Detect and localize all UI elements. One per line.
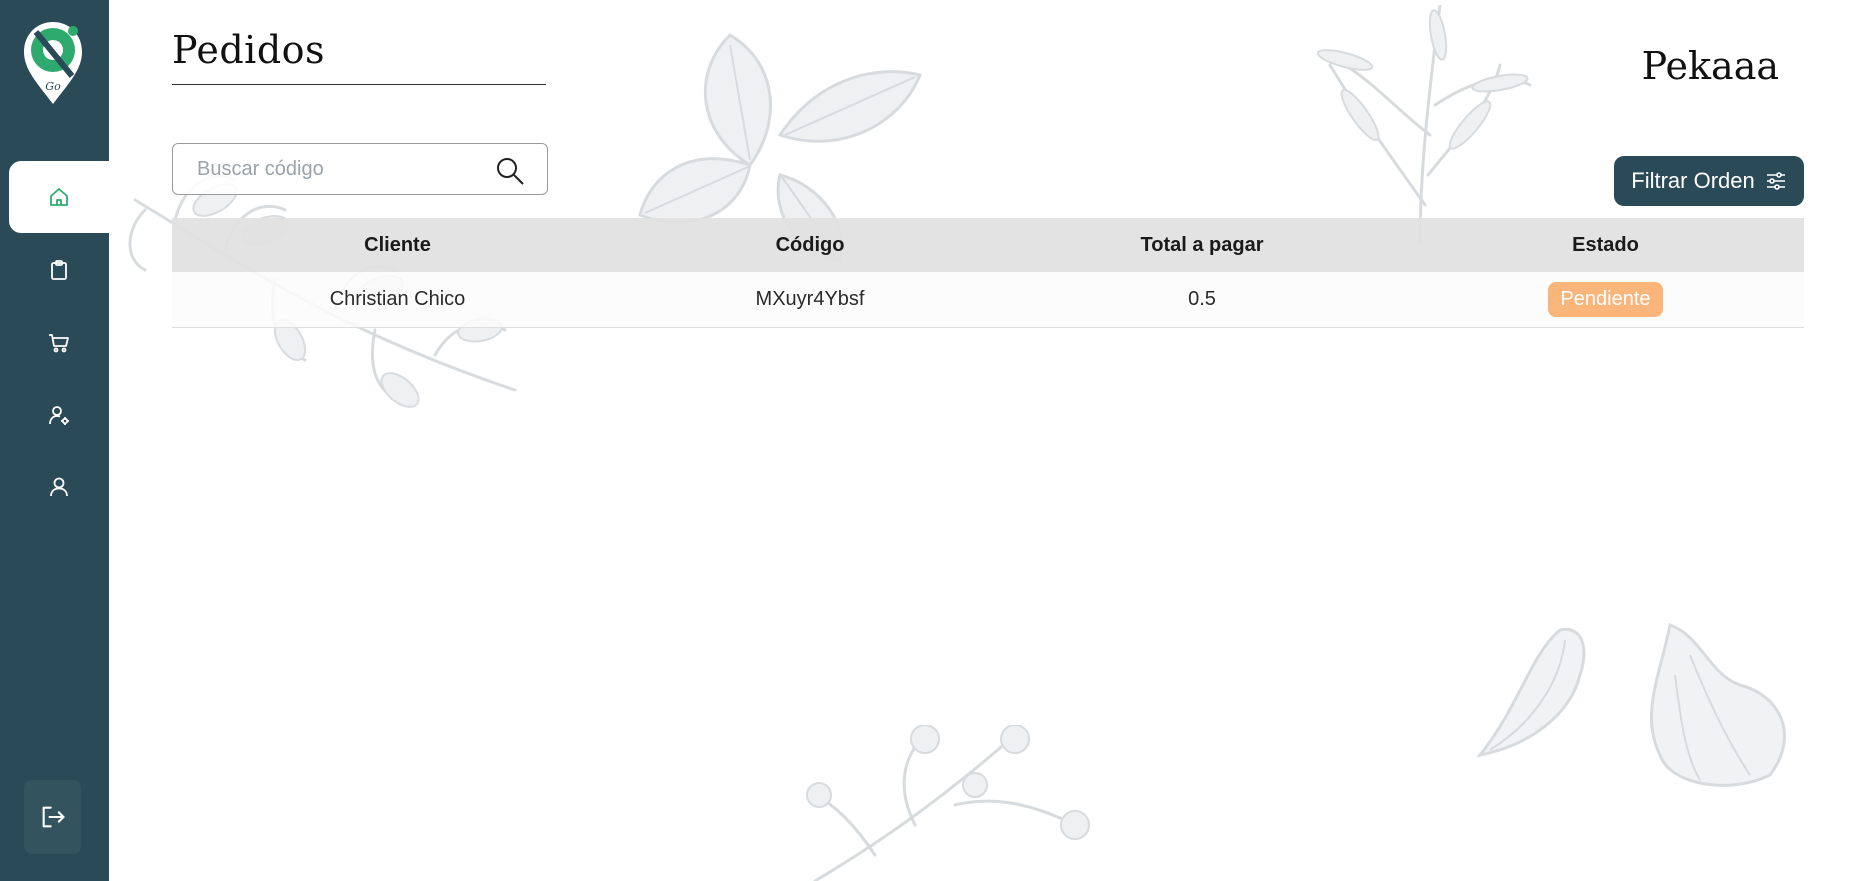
garlic-decoration [1476,623,1786,787]
sidebar-item-user-settings[interactable] [9,379,109,451]
search-input[interactable] [173,157,473,181]
sliders-icon [1766,172,1785,190]
title-divider [172,84,546,85]
table-header: Cliente Código Total a pagar Estado [172,218,1804,272]
page-title: Pedidos [172,28,326,72]
user-icon [50,477,68,497]
home-icon [50,188,68,206]
clipboard-icon [51,260,67,280]
username: Pekaaa [1641,44,1779,88]
cell-estado: Pendiente [1407,282,1804,317]
sidebar: Go [0,0,109,881]
rosemary-decoration [1316,5,1532,245]
cart-icon [49,334,69,353]
logout-button[interactable] [24,780,81,854]
search-box [172,143,548,195]
status-badge: Pendiente [1548,282,1663,317]
cell-codigo: MXuyr4Ybsf [755,288,865,310]
filter-order-label: Filtrar Orden [1631,168,1755,193]
logo-text: Go [45,80,61,93]
column-header-estado[interactable]: Estado [1407,234,1804,257]
logout-icon [42,806,65,828]
search-icon[interactable] [495,156,525,186]
parsley-decoration [806,725,1090,881]
column-header-total[interactable]: Total a pagar [997,234,1407,257]
user-gear-icon [49,406,69,425]
sidebar-item-profile[interactable] [9,451,109,523]
cell-total: 0.5 [1188,288,1216,310]
sidebar-item-home[interactable] [9,161,109,233]
sidebar-item-orders[interactable] [9,234,109,306]
table-row[interactable]: Christian Chico MXuyr4Ybsf 0.5 Pendiente [172,272,1804,328]
orders-table: Cliente Código Total a pagar Estado Chri… [172,218,1804,328]
column-header-codigo[interactable]: Código [623,234,997,257]
filter-order-button[interactable]: Filtrar Orden [1614,156,1804,206]
app-logo[interactable]: Go [18,16,88,106]
sidebar-item-cart[interactable] [9,307,109,379]
cell-cliente: Christian Chico [329,288,466,310]
column-header-cliente[interactable]: Cliente [172,234,623,257]
